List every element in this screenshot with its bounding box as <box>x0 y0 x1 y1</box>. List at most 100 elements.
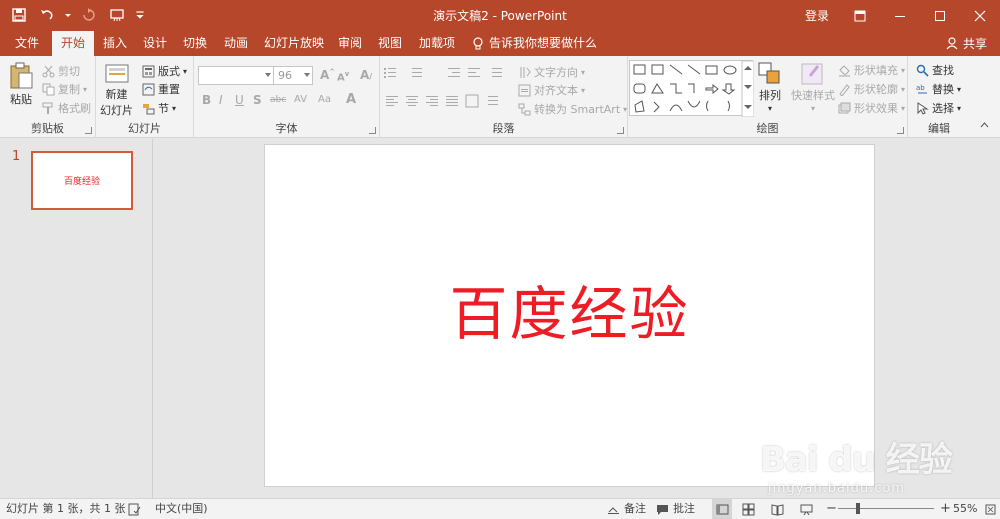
clipboard-group-label: 剪贴板 <box>31 122 64 135</box>
reset-button[interactable]: 重置 <box>142 81 180 97</box>
tab-file[interactable]: 文件 <box>8 31 46 56</box>
grow-font-icon[interactable]: A^ <box>320 68 335 82</box>
font-size-box[interactable]: 96 <box>273 66 313 85</box>
text-direction-button[interactable]: 文字方向 ▾ <box>518 64 585 80</box>
comments-label: 批注 <box>673 502 695 515</box>
shape-fill-button[interactable]: 形状填充 ▾ <box>838 62 905 78</box>
quick-styles-button[interactable]: 快速样式 ▾ <box>791 62 835 113</box>
minimize-button[interactable] <box>880 0 920 31</box>
paragraph-group-label: 段落 <box>492 122 515 135</box>
thumbnail-text: 百度经验 <box>63 177 100 187</box>
section-label: 节 <box>158 102 169 115</box>
find-label: 查找 <box>932 64 954 77</box>
font-group: 96 A^ Av A/ B I U S abc AV Aa A 字体 <box>194 56 380 138</box>
tab-insert[interactable]: 插入 <box>98 31 132 56</box>
slide-sorter-button[interactable] <box>742 499 755 519</box>
format-painter-label: 格式刷 <box>58 102 91 115</box>
chevron-up-icon <box>980 122 989 128</box>
zoom-out-button[interactable]: − <box>826 499 837 519</box>
clipboard-dialog-launcher[interactable] <box>85 127 92 134</box>
maximize-button[interactable] <box>920 0 960 31</box>
bold-icon[interactable]: B <box>202 93 211 107</box>
text-direction-label: 文字方向 <box>534 66 578 79</box>
layout-button[interactable]: 版式 ▾ <box>142 63 187 79</box>
new-slide-button[interactable]: 新建 幻灯片 <box>100 62 133 118</box>
tab-review[interactable]: 审阅 <box>333 31 367 56</box>
find-button[interactable]: 查找 <box>916 62 954 78</box>
drawing-dialog-launcher[interactable] <box>897 127 904 134</box>
smartart-label: 转换为 SmartArt <box>534 103 621 116</box>
normal-view-button[interactable] <box>712 499 732 519</box>
shape-outline-button[interactable]: 形状轮廓 ▾ <box>838 81 905 97</box>
tab-design[interactable]: 设计 <box>138 31 172 56</box>
tell-me-search[interactable]: 告诉我你想要做什么 <box>472 31 597 56</box>
status-bar: 幻灯片 第 1 张，共 1 张 中文(中国) 备注 批注 − + 55% <box>0 498 1000 519</box>
search-icon <box>916 64 929 77</box>
shrink-font-icon[interactable]: Av <box>337 70 349 83</box>
ribbon-display-options-button[interactable] <box>840 0 880 31</box>
copy-button[interactable]: 复制 ▾ <box>42 81 87 97</box>
character-spacing-icon[interactable]: AV <box>294 94 307 105</box>
font-color-icon[interactable]: A <box>346 92 356 107</box>
spell-check-button[interactable] <box>128 499 141 519</box>
section-button[interactable]: 节 ▾ <box>142 100 176 116</box>
spell-check-icon <box>128 503 141 515</box>
slide-title[interactable]: 百度经验 <box>265 267 874 351</box>
paste-label: 粘贴 <box>10 93 32 106</box>
zoom-level[interactable]: 55% <box>953 499 977 519</box>
language-indicator[interactable]: 中文(中国) <box>155 499 208 519</box>
zoom-slider-track[interactable] <box>838 508 934 509</box>
tab-animations[interactable]: 动画 <box>219 31 253 56</box>
person-icon <box>946 37 958 50</box>
collapse-ribbon-button[interactable] <box>980 122 989 128</box>
shadow-icon[interactable]: S <box>253 93 262 107</box>
sign-in-link[interactable]: 登录 <box>805 7 829 24</box>
underline-icon[interactable]: U <box>235 93 244 107</box>
comments-button[interactable]: 批注 <box>656 499 695 519</box>
share-button[interactable]: 共享 <box>946 31 987 56</box>
fit-to-window-button[interactable] <box>984 499 997 519</box>
reading-view-button[interactable] <box>771 499 784 519</box>
shape-effects-button[interactable]: 形状效果 ▾ <box>838 100 905 116</box>
baidu-watermark: Bai du 经验 jingyan.baidu.com <box>760 432 960 496</box>
font-name-box[interactable] <box>198 66 274 85</box>
tab-transitions[interactable]: 切换 <box>178 31 212 56</box>
copy-icon <box>42 83 55 95</box>
effects-icon <box>838 102 851 113</box>
zoom-in-button[interactable]: + <box>940 499 951 519</box>
clear-formatting-icon[interactable]: A/ <box>360 68 372 82</box>
ribbon-options-icon <box>854 10 866 21</box>
tab-home[interactable]: 开始 <box>52 31 94 56</box>
slides-group: 新建 幻灯片 版式 ▾ 重置 节 ▾ 幻灯片 <box>96 56 194 138</box>
replace-button[interactable]: ab 替换 ▾ <box>916 81 961 97</box>
notes-label: 备注 <box>624 502 646 515</box>
zoom-slider-thumb[interactable] <box>856 503 860 514</box>
notes-icon <box>608 506 619 514</box>
new-slide-label-1: 新建 <box>105 88 128 101</box>
tab-view[interactable]: 视图 <box>373 31 407 56</box>
notes-button[interactable]: 备注 <box>607 499 646 519</box>
tab-slideshow[interactable]: 幻灯片放映 <box>262 31 326 56</box>
format-painter-button[interactable]: 格式刷 <box>42 100 91 116</box>
change-case-icon[interactable]: Aa <box>318 94 331 105</box>
italic-icon[interactable]: I <box>219 93 223 107</box>
paragraph-dialog-launcher[interactable] <box>617 127 624 134</box>
tell-me-text: 告诉我你想要做什么 <box>489 36 598 50</box>
arrange-button[interactable]: 排列 ▾ <box>758 62 782 113</box>
convert-smartart-button[interactable]: 转换为 SmartArt ▾ <box>518 101 627 117</box>
reset-icon <box>142 83 155 95</box>
reset-label: 重置 <box>158 83 180 96</box>
svg-text:ab: ab <box>916 84 925 92</box>
select-button[interactable]: 选择 ▾ <box>916 100 961 116</box>
tab-addins[interactable]: 加载项 <box>414 31 460 56</box>
strikethrough-icon[interactable]: abc <box>270 95 286 105</box>
paste-button[interactable]: 粘贴 <box>8 62 34 107</box>
align-text-button[interactable]: 对齐文本 ▾ <box>518 82 585 98</box>
arrange-icon <box>758 62 780 84</box>
slideshow-view-button[interactable] <box>800 499 813 519</box>
cut-button[interactable]: 剪切 <box>42 63 80 79</box>
shapes-gallery[interactable] <box>629 60 754 117</box>
slide-thumbnail[interactable]: 百度经验 <box>31 151 133 210</box>
font-dialog-launcher[interactable] <box>369 127 376 134</box>
close-button[interactable] <box>960 0 1000 31</box>
